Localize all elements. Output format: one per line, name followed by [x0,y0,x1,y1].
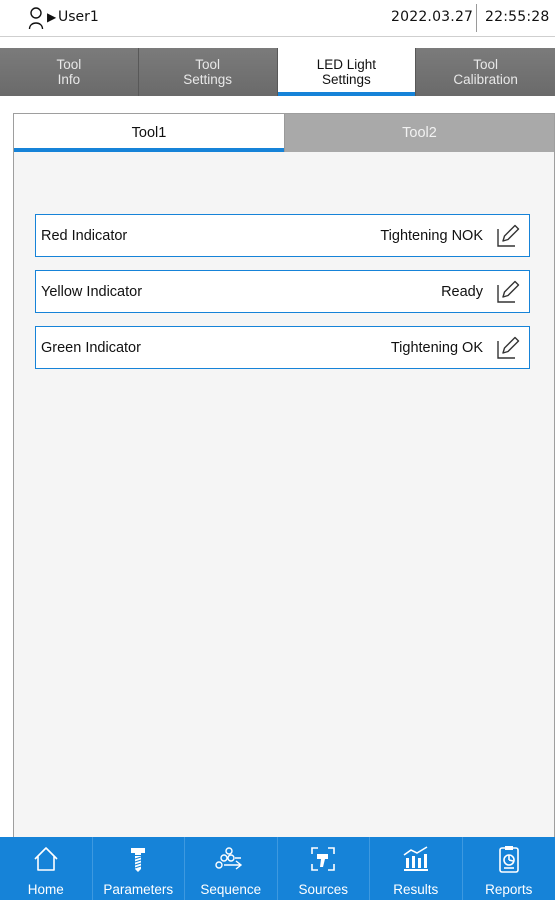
nav-results[interactable]: Results [370,837,463,900]
tab-label: Tool Settings [183,57,233,87]
led-settings-panel: Tool1 Tool2 Red Indicator Tightening NOK… [13,113,555,841]
red-indicator-row[interactable]: Red Indicator Tightening NOK [35,214,530,257]
sequence-icon [215,847,242,870]
row-value: Tightening NOK [380,227,483,244]
user-icon[interactable] [28,6,44,30]
caret-right-icon: ▶ [47,10,57,24]
row-value: Ready [441,283,483,300]
tab-tool-calibration[interactable]: Tool Calibration [416,48,555,96]
nav-label: Parameters [103,882,174,897]
user-name[interactable]: User1 [58,9,99,25]
nav-sources[interactable]: Sources [278,837,370,900]
results-icon [403,846,428,871]
home-icon [34,847,58,871]
tab-label: Tool Calibration [453,57,518,87]
bottom-nav: Home Parameters Sequence Sources Results… [0,837,555,900]
screw-icon [131,848,146,872]
nav-parameters[interactable]: Parameters [93,837,185,900]
subtab-tool1[interactable]: Tool1 [14,114,284,152]
date-display: 2022.03.27 [391,9,474,25]
tab-tool-settings[interactable]: Tool Settings [138,48,278,96]
tab-led-light-settings[interactable]: LED Light Settings [277,48,417,96]
edit-icon[interactable] [495,279,521,305]
row-label: Green Indicator [41,339,141,356]
nav-label: Reports [485,882,533,897]
nav-sequence[interactable]: Sequence [185,837,278,900]
subtab-tool2[interactable]: Tool2 [284,114,554,152]
yellow-indicator-row[interactable]: Yellow Indicator Ready [35,270,530,313]
time-display: 22:55:28 [485,9,550,25]
tab-tool-info[interactable]: Tool Info [0,48,139,96]
reports-icon [498,846,519,873]
top-tab-bar: Tool Info Tool Settings LED Light Settin… [0,48,555,96]
green-indicator-row[interactable]: Green Indicator Tightening OK [35,326,530,369]
edit-icon[interactable] [495,223,521,249]
nav-label: Home [27,882,64,897]
row-value: Tightening OK [390,339,483,356]
divider [476,4,477,32]
sources-icon [311,847,336,871]
nav-label: Sequence [200,882,262,897]
nav-home[interactable]: Home [0,837,93,900]
nav-label: Sources [298,882,349,897]
status-bar: ▶ User1 2022.03.27 22:55:28 [0,0,555,37]
row-label: Red Indicator [41,227,128,244]
row-label: Yellow Indicator [41,283,143,300]
tool-subtab-bar: Tool1 Tool2 [14,114,554,152]
tab-label: Tool Info [56,57,82,87]
tab-label: LED Light Settings [316,57,377,87]
nav-label: Results [393,882,439,897]
edit-icon[interactable] [495,335,521,361]
nav-reports[interactable]: Reports [463,837,555,900]
